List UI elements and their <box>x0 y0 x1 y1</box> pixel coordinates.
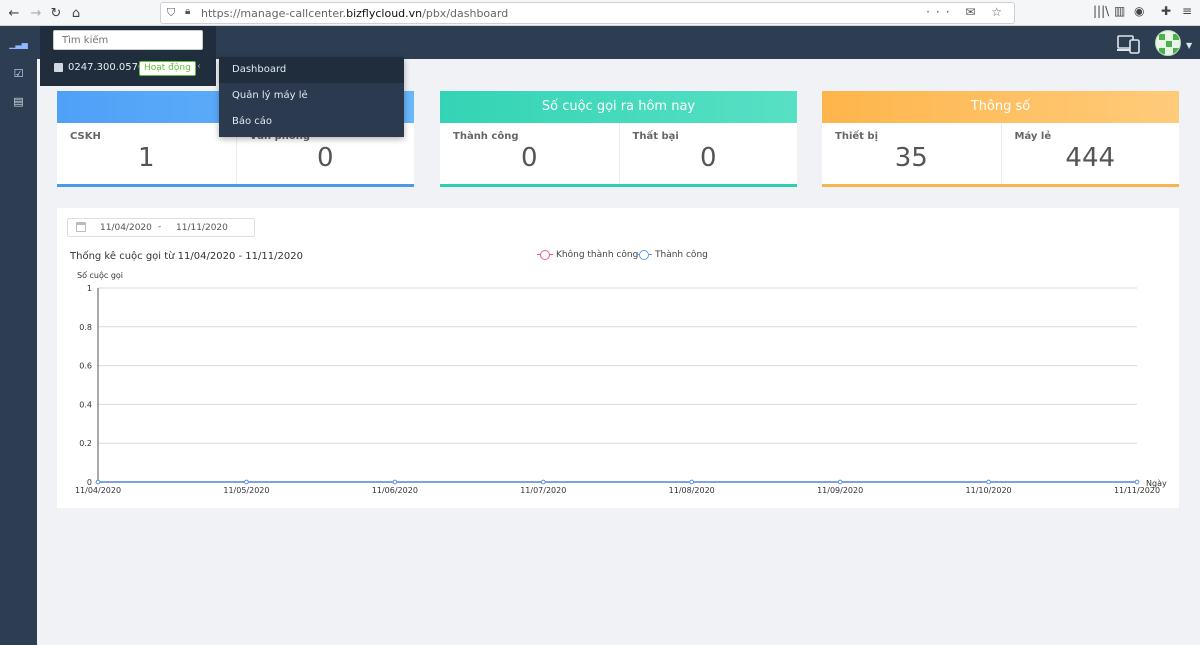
data-point <box>1134 479 1140 485</box>
y-tick-label: 0.6 <box>79 362 92 371</box>
x-tick-label: 11/08/2020 <box>669 486 715 495</box>
line-chart: Số cuộc gọi00.20.40.60.8111/04/2020 11/05… <box>75 270 1167 495</box>
data-point <box>244 479 249 485</box>
data-point <box>540 479 546 485</box>
x-axis-label: Ngày <box>1146 479 1167 488</box>
data-point <box>392 479 398 485</box>
y-axis-label: Số cuộc gọi <box>77 270 123 280</box>
y-tick-label: 0.2 <box>79 439 92 448</box>
y-tick-label: 0.8 <box>79 323 92 332</box>
x-tick-label: 11/07/2020 <box>520 486 566 495</box>
data-point <box>689 479 695 485</box>
data-point <box>95 479 101 485</box>
x-tick-label: 11/09/2020 <box>817 486 863 495</box>
y-tick-label: 0.4 <box>79 400 92 409</box>
y-tick-label: 1 <box>87 284 92 293</box>
x-tick-label: 11/10/2020 <box>966 486 1012 495</box>
data-point <box>837 479 843 485</box>
x-tick-label: 11/06/2020 <box>372 486 418 495</box>
x-tick-label: 11/04/2020 <box>75 486 121 495</box>
data-point <box>986 479 991 485</box>
x-tick-label: 11/05/2020 <box>223 486 269 495</box>
